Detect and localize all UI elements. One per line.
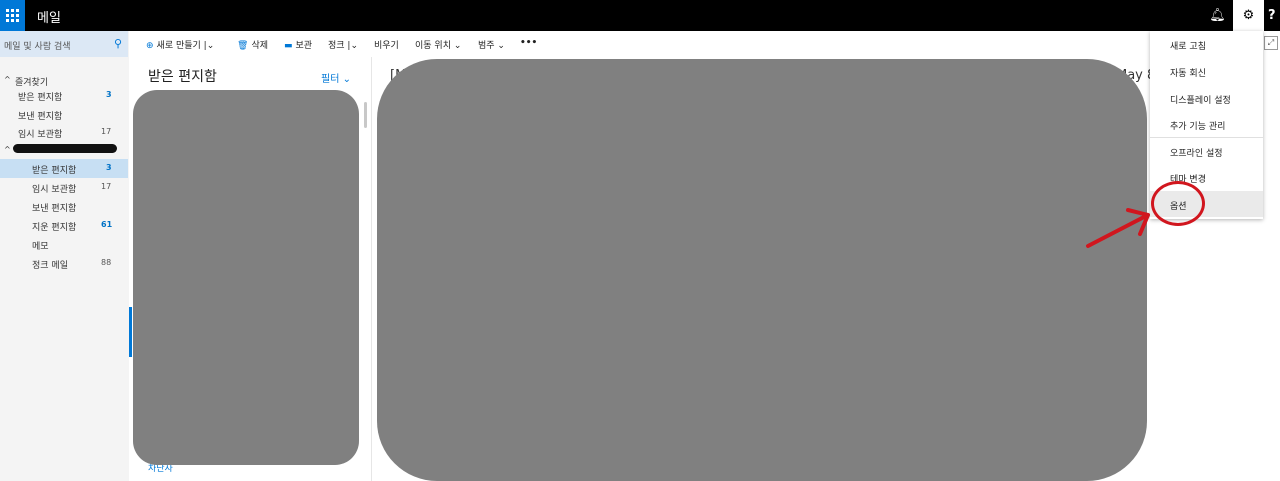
- search-box[interactable]: 메일 및 사람 검색 ⚲: [0, 31, 128, 57]
- archive-button[interactable]: ▬ 보관: [284, 38, 312, 51]
- junk-button[interactable]: 정크 |⌄: [328, 38, 358, 51]
- chevron-down-icon: ⌄: [339, 74, 351, 85]
- left-navigation: 메일 및 사람 검색 ⚲ ^ 즐겨찾기 받은 편지함 3 보낸 편지함 임시 보…: [0, 31, 129, 481]
- selection-indicator: [129, 307, 132, 357]
- chevron-up-icon[interactable]: ^: [4, 145, 11, 154]
- redacted-account-name: [13, 144, 117, 153]
- move-to-button[interactable]: 이동 위치 ⌄: [415, 38, 461, 51]
- help-button[interactable]: ?: [1268, 0, 1280, 31]
- folder-drafts[interactable]: 임시 보관함 17: [0, 178, 128, 197]
- folder-junk[interactable]: 정크 메일 88: [0, 254, 128, 273]
- archive-icon: ▬: [284, 41, 293, 51]
- categories-button[interactable]: 범주 ⌄: [478, 38, 505, 51]
- top-bar: 메일 🔔︎ ⚙ ?: [0, 0, 1280, 31]
- app-title: 메일: [37, 11, 61, 26]
- trash-icon: 🗑︎: [237, 41, 249, 51]
- menu-offline-settings[interactable]: 오프라인 설정: [1150, 138, 1263, 164]
- chevron-down-icon[interactable]: |⌄: [345, 41, 358, 51]
- redacted-reading-pane: [377, 59, 1147, 481]
- search-input[interactable]: 메일 및 사람 검색: [4, 39, 71, 52]
- search-icon[interactable]: ⚲: [114, 37, 122, 50]
- menu-auto-reply[interactable]: 자동 회신: [1150, 58, 1263, 84]
- list-scrollbar[interactable]: [364, 102, 367, 128]
- expand-icon[interactable]: ⤢: [1264, 36, 1278, 50]
- gear-icon: ⚙: [1242, 8, 1255, 23]
- help-icon: ?: [1268, 8, 1276, 23]
- settings-button[interactable]: ⚙: [1233, 0, 1264, 31]
- menu-refresh[interactable]: 새로 고침: [1150, 31, 1263, 57]
- command-bar: ⊕ 새로 만들기 |⌄ 🗑︎ 삭제 ▬ 보관 정크 |⌄ 비우기 이동 위치 ⌄ 범주…: [129, 31, 1149, 57]
- notifications-button[interactable]: 🔔︎: [1202, 0, 1233, 31]
- list-title: 받은 편지함: [148, 69, 217, 85]
- favorite-sent[interactable]: 보낸 편지함: [0, 105, 128, 124]
- chevron-up-icon[interactable]: ^: [4, 75, 11, 84]
- folder-deleted[interactable]: 지운 편지함 61: [0, 216, 128, 235]
- menu-manage-addins[interactable]: 추가 기능 관리: [1150, 111, 1263, 137]
- chevron-down-icon: ⌄: [450, 41, 462, 51]
- favorite-inbox[interactable]: 받은 편지함 3: [0, 86, 128, 105]
- folder-sent[interactable]: 보낸 편지함: [0, 197, 128, 216]
- bell-icon: 🔔︎: [1209, 8, 1226, 23]
- filter-button[interactable]: 필터 ⌄: [321, 70, 351, 85]
- more-button[interactable]: •••: [520, 38, 537, 48]
- folder-inbox[interactable]: 받은 편지함 3: [0, 159, 128, 178]
- plus-circle-icon: ⊕: [146, 41, 154, 51]
- new-button[interactable]: ⊕ 새로 만들기 |⌄: [146, 38, 214, 51]
- annotation-arrow-icon: [1086, 208, 1150, 248]
- chevron-down-icon: ⌄: [494, 41, 505, 51]
- folder-notes[interactable]: 메모: [0, 235, 128, 254]
- app-launcher-icon: [6, 9, 19, 22]
- chevron-down-icon[interactable]: |⌄: [201, 41, 215, 51]
- redacted-message-list: [133, 90, 359, 465]
- delete-button[interactable]: 🗑︎ 삭제: [237, 38, 268, 51]
- app-launcher-button[interactable]: [0, 0, 25, 31]
- favorite-drafts[interactable]: 임시 보관함 17: [0, 123, 128, 142]
- menu-display-settings[interactable]: 디스플레이 설정: [1150, 85, 1263, 111]
- empty-button[interactable]: 비우기: [374, 38, 399, 51]
